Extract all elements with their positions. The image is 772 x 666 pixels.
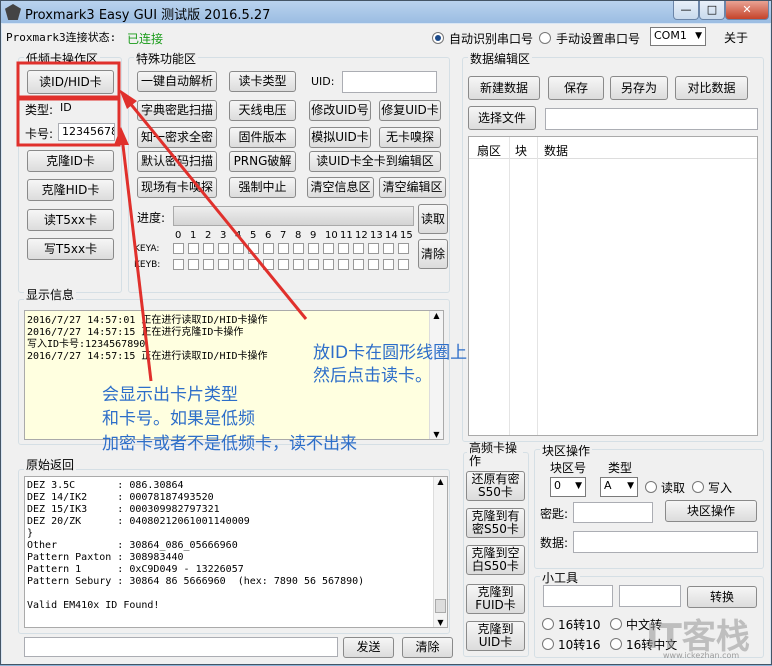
arrow-to-read-button xyxy=(123,96,308,320)
arrow-head-icon xyxy=(114,127,129,145)
annotation-note-1: 放ID卡在圆形线圈上 xyxy=(313,343,468,363)
app-window: Proxmark3 Easy GUI 测试版 2016.5.27 — □ ✕ P… xyxy=(0,0,772,665)
highlight-read-button xyxy=(16,61,121,99)
annotation-note-2b: 和卡号。如果是低频 xyxy=(102,409,255,429)
arrow-to-card-info xyxy=(120,136,153,382)
arrow-head-icon xyxy=(119,89,137,109)
annotation-note-2a: 会显示出卡片类型 xyxy=(102,385,238,405)
annotation-note-2c: 加密卡或者不是低频卡，读不出来 xyxy=(102,434,357,454)
watermark-url: www.ickezhan.com xyxy=(663,651,740,660)
highlight-card-info xyxy=(16,97,121,147)
annotation-note-1b: 然后点击读卡。 xyxy=(313,366,432,386)
annotation-overlay xyxy=(16,61,308,382)
